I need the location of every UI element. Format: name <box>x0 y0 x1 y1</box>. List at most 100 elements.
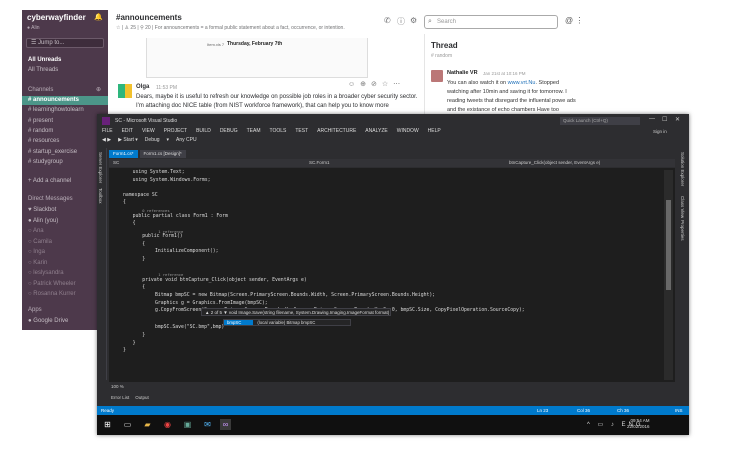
channel-item[interactable]: # studygroup <box>28 159 63 165</box>
signature-help-tooltip[interactable]: ▲ 2 of 5 ▼ void Image.Save(string filena… <box>201 308 391 316</box>
menu-team[interactable]: TEAM <box>247 128 261 134</box>
bell-icon[interactable]: 🔔 <box>94 13 103 21</box>
tab-output[interactable]: Output <box>135 395 149 400</box>
thread-link[interactable]: www.vrt.Nu <box>508 80 536 86</box>
channel-item[interactable]: # present <box>28 118 53 124</box>
dm-item[interactable]: ○ leslysandra <box>28 270 64 276</box>
dm-item[interactable]: ○ Patrick Wheeler <box>28 281 76 287</box>
windows-start-icon[interactable]: ⊞ <box>102 419 113 430</box>
apps-header[interactable]: Apps <box>28 307 42 313</box>
toolbar-item[interactable]: ◀ ▶ <box>102 137 111 143</box>
jump-to-input[interactable]: ☰ Jump to... <box>26 38 104 48</box>
menu-build[interactable]: BUILD <box>196 128 211 134</box>
zoom-level[interactable]: 100 % <box>111 384 124 389</box>
task-view-icon[interactable]: ▭ <box>122 419 133 430</box>
channel-item[interactable]: # startup_exercise <box>28 149 77 155</box>
toolbar-item[interactable]: Any CPU <box>176 137 197 143</box>
tab-form1-design[interactable]: Form1.cs [Design]* <box>139 150 186 158</box>
minimize-icon[interactable]: — <box>649 116 655 122</box>
menu-view[interactable]: VIEW <box>142 128 155 134</box>
vertical-scrollbar[interactable] <box>664 170 673 380</box>
info-icon[interactable]: ⓘ <box>397 16 405 27</box>
windows-taskbar: ⊞ ▭ ▰ ◉ ▣ ✉ ∞ ^ ▭ ♪ ENG 09:54 AM 22/02/20… <box>97 415 689 435</box>
channel-item[interactable]: # random <box>28 128 53 134</box>
add-channel-link[interactable]: + Add a channel <box>28 178 71 184</box>
thread-channel[interactable]: # random <box>431 53 452 59</box>
solution-explorer-tab[interactable]: Solution Explorer <box>680 152 685 186</box>
properties-tab[interactable]: Properties <box>680 220 685 241</box>
dm-item[interactable]: ○ Camila <box>28 239 52 245</box>
menu-tools[interactable]: TOOLS <box>269 128 286 134</box>
nav-class-dropdown[interactable]: SC.Form1 <box>309 159 330 167</box>
channel-item[interactable]: # learninghowtolearn <box>28 107 84 113</box>
message-attachment[interactable]: Item.xls 7 Thursday, February 7th <box>146 38 368 78</box>
menu-window[interactable]: WINDOW <box>397 128 419 134</box>
menu-analyze[interactable]: ANALYZE <box>365 128 387 134</box>
toolbox-tab[interactable]: Toolbox <box>98 188 103 204</box>
class-view-tab[interactable]: Class View <box>680 196 685 218</box>
autocomplete-description: (local variable) Bitmap bmpSC <box>257 320 316 325</box>
server-explorer-tab[interactable]: Server Explorer <box>98 152 103 183</box>
avatar[interactable] <box>431 70 443 82</box>
avatar[interactable] <box>118 84 132 98</box>
autocomplete-popup[interactable]: bmpSC (local variable) Bitmap bmpSC <box>223 319 351 326</box>
channel-item[interactable]: # resources <box>28 138 59 144</box>
all-unreads[interactable]: All Unreads <box>28 57 61 63</box>
dm-header[interactable]: Direct Messages <box>28 196 73 202</box>
thread-author[interactable]: Nathalie VR <box>447 70 478 76</box>
menu-architecture[interactable]: ARCHITECTURE <box>317 128 356 134</box>
toolbar-item[interactable]: ▾ <box>167 137 170 143</box>
dm-item[interactable]: ○ Inga <box>28 249 45 255</box>
tab-error-list[interactable]: Error List <box>111 395 129 400</box>
dm-item[interactable]: ○ Karin <box>28 260 47 266</box>
toolbar-item[interactable]: ▶ Start ▾ <box>118 137 138 143</box>
menu-file[interactable]: FILE <box>102 128 113 134</box>
toolbar-item[interactable]: Debug <box>145 137 160 143</box>
tab-form1-cs[interactable]: Form1.cs* <box>109 150 138 158</box>
dm-item[interactable]: ○ Rosanna Kurrer <box>28 291 76 297</box>
chrome-icon[interactable]: ◉ <box>162 419 173 430</box>
add-channel-icon[interactable]: ⊕ <box>96 86 101 93</box>
code-line: } <box>123 348 126 354</box>
app-google-drive[interactable]: ● Google Drive <box>28 318 68 324</box>
dm-item[interactable]: ♥ Slackbot <box>28 207 56 213</box>
code-editor[interactable]: using System.Text; using System.Windows.F… <box>109 168 675 382</box>
mention-icon[interactable]: @ ⋮ <box>565 16 583 25</box>
autocomplete-item[interactable]: bmpSC <box>224 320 254 325</box>
call-icon[interactable]: ✆ <box>384 16 391 25</box>
nav-member-dropdown[interactable]: btnCapture_Click(object sender, EventArg… <box>509 159 600 167</box>
all-threads[interactable]: All Threads <box>28 67 58 73</box>
dm-item[interactable]: ● Alin (you) <box>28 218 58 224</box>
code-line: } <box>142 257 146 262</box>
code-line: InitializeComponent(); <box>155 249 219 255</box>
menu-test[interactable]: TEST <box>295 128 308 134</box>
menu-edit[interactable]: EDIT <box>122 128 133 134</box>
file-explorer-icon[interactable]: ▰ <box>142 419 153 430</box>
mail-icon[interactable]: ✉ <box>202 419 213 430</box>
channel-item[interactable]: # announcements <box>28 97 79 103</box>
menu-help[interactable]: HELP <box>428 128 441 134</box>
dm-item[interactable]: ○ Ana <box>28 228 44 234</box>
close-icon[interactable]: ✕ <box>675 116 680 123</box>
menu-debug[interactable]: DEBUG <box>220 128 238 134</box>
gear-icon[interactable]: ⚙ <box>410 16 417 25</box>
status-bar: Ready Ln 23 Col 36 Ch 36 INS <box>97 406 689 415</box>
status-col: Col 36 <box>577 408 591 413</box>
search-input[interactable]: Search <box>424 15 558 29</box>
code-line: using System.Text; <box>132 170 185 175</box>
visual-studio-taskbar-icon[interactable]: ∞ <box>220 419 231 430</box>
left-dock: Server Explorer Toolbox <box>97 148 107 380</box>
channels-header[interactable]: Channels <box>28 87 53 93</box>
message-author[interactable]: Olga <box>136 84 149 90</box>
menu-project[interactable]: PROJECT <box>164 128 187 134</box>
status-ins: INS <box>675 408 683 413</box>
slack-sidebar: cyberwayfinder 🔔 ● Alin ☰ Jump to... All… <box>22 10 108 330</box>
workspace-name[interactable]: cyberwayfinder <box>27 13 86 22</box>
sign-in-link[interactable]: Sign in <box>653 129 667 134</box>
message-actions[interactable]: ☺⊕⊘☆⋯ <box>348 80 405 88</box>
clock[interactable]: 09:54 AM 22/02/2016 <box>627 418 650 430</box>
quick-launch-input[interactable]: Quick Launch (Ctrl+Q) <box>560 117 640 125</box>
maximize-icon[interactable]: ☐ <box>662 116 667 123</box>
nav-project-dropdown[interactable]: SC <box>113 159 119 167</box>
store-icon[interactable]: ▣ <box>182 419 193 430</box>
